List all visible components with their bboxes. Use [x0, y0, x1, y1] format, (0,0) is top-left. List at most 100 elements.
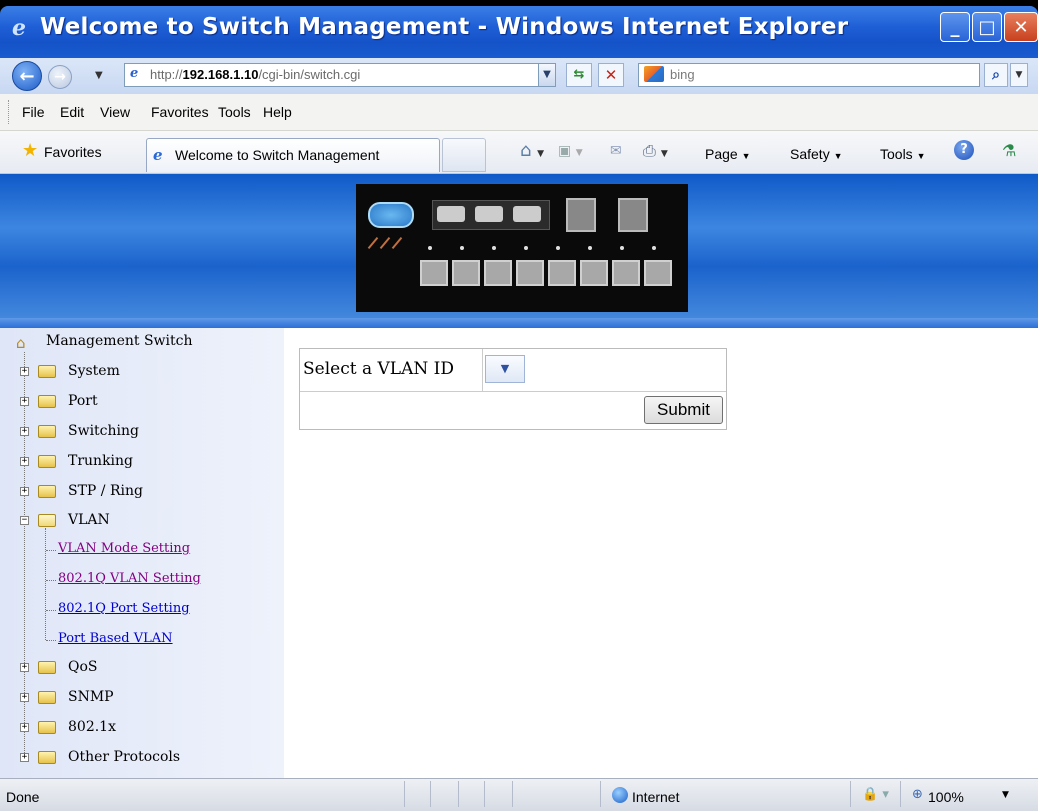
fiber-port [475, 206, 503, 222]
recent-pages-dropdown[interactable]: ▼ [95, 70, 103, 81]
ethernet-port-icon [516, 260, 544, 286]
menu-help[interactable]: Help [263, 104, 292, 120]
tools-menu[interactable]: Tools ▼ [880, 146, 926, 162]
tree-expand-toggle[interactable]: + [20, 427, 29, 436]
minimize-button[interactable]: _ [940, 12, 970, 42]
forward-arrow-icon[interactable]: → [48, 65, 72, 89]
favorites-button[interactable]: Favorites [44, 144, 102, 160]
status-separator [430, 781, 431, 807]
menu-file[interactable]: File [22, 104, 45, 120]
zoom-level[interactable]: 100% [928, 789, 964, 805]
stop-icon[interactable]: ✕ [598, 63, 624, 87]
tree-expand-toggle[interactable]: + [20, 693, 29, 702]
folder-icon [38, 485, 56, 498]
sidebar-item-other-protocols[interactable]: Other Protocols [68, 749, 180, 765]
sidebar-item-snmp[interactable]: SNMP [68, 689, 114, 705]
tab-title[interactable]: Welcome to Switch Management [175, 147, 379, 163]
chevron-down-icon: ▼ [500, 362, 510, 375]
url-prefix: http:// [150, 67, 183, 82]
feeds-icon[interactable]: ▣ ▼ [558, 143, 583, 159]
table-divider [300, 391, 726, 392]
status-separator [404, 781, 405, 807]
sidebar-item-stp-ring[interactable]: STP / Ring [68, 483, 143, 499]
tools-menu-label: Tools [880, 146, 913, 162]
page-menu-label: Page [705, 146, 738, 162]
tree-line [46, 550, 56, 551]
menu-view[interactable]: View [100, 104, 130, 120]
folder-open-icon [38, 514, 56, 527]
sidebar-item-trunking[interactable]: Trunking [68, 453, 133, 469]
tree-line [46, 580, 56, 581]
fiber-port [437, 206, 465, 222]
ie-logo-icon: e [12, 15, 26, 41]
sidebar-item-qos[interactable]: QoS [68, 659, 98, 675]
zoom-dropdown-arrow[interactable]: ▼ [1002, 790, 1009, 800]
favorites-star-icon[interactable]: ★ [22, 140, 38, 161]
search-icon[interactable]: ⌕ [984, 63, 1008, 87]
research-icon[interactable]: ⚗ [1002, 141, 1016, 160]
menu-tools[interactable]: Tools [218, 104, 251, 120]
internet-zone-icon [612, 787, 628, 803]
tree-expand-toggle[interactable]: + [20, 397, 29, 406]
tree-line [46, 610, 56, 611]
fiber-port [513, 206, 541, 222]
address-url[interactable]: http://192.168.1.10/cgi-bin/switch.cgi [150, 67, 360, 82]
table-divider [482, 349, 483, 391]
back-arrow-icon[interactable]: ← [12, 61, 42, 91]
tree-root-label[interactable]: Management Switch [46, 333, 192, 349]
tree-expand-toggle[interactable]: + [20, 487, 29, 496]
search-options-button[interactable]: ▼ [1010, 63, 1028, 87]
help-icon[interactable]: ? [954, 140, 974, 160]
sidebar-link-port-based-vlan[interactable]: Port Based VLAN [58, 631, 173, 646]
url-host: 192.168.1.10 [182, 67, 259, 82]
tree-line [45, 528, 46, 640]
status-separator [850, 781, 851, 807]
vlan-id-label: Select a VLAN ID [303, 359, 454, 379]
ethernet-port-icon [580, 260, 608, 286]
tree-expand-toggle[interactable]: + [20, 753, 29, 762]
led-indicator [428, 246, 432, 250]
led-indicator [524, 246, 528, 250]
safety-menu[interactable]: Safety ▼ [790, 146, 843, 162]
console-port-icon [368, 202, 414, 228]
submit-button[interactable]: Submit [644, 396, 723, 424]
maximize-button[interactable]: □ [972, 12, 1002, 42]
tree-expand-toggle[interactable]: + [20, 723, 29, 732]
folder-icon [38, 365, 56, 378]
zoom-icon[interactable]: ⊕ [912, 787, 923, 802]
menu-grip [8, 100, 12, 124]
new-tab-button[interactable] [442, 138, 486, 172]
sidebar-link-802-1q-vlan-setting[interactable]: 802.1Q VLAN Setting [58, 571, 201, 586]
tree-collapse-toggle[interactable]: − [20, 516, 29, 525]
security-zone[interactable]: Internet [632, 789, 679, 805]
home-icon[interactable]: ⌂ ▼ [520, 140, 544, 161]
folder-icon [38, 751, 56, 764]
vlan-id-select[interactable]: ▼ [485, 355, 525, 383]
window-title: Welcome to Switch Management - Windows I… [40, 14, 849, 40]
address-dropdown-button[interactable]: ▼ [538, 63, 556, 87]
status-separator [900, 781, 901, 807]
protected-mode-icon[interactable]: 🔒 ▾ [862, 787, 889, 802]
page-menu[interactable]: Page ▼ [705, 146, 751, 162]
sidebar-item-vlan[interactable]: VLAN [68, 512, 110, 528]
close-button[interactable]: ✕ [1004, 12, 1038, 42]
sidebar-item-system[interactable]: System [68, 363, 120, 379]
tree-expand-toggle[interactable]: + [20, 367, 29, 376]
ethernet-port-icon [452, 260, 480, 286]
banner-stripe [0, 318, 1038, 328]
tree-expand-toggle[interactable]: + [20, 663, 29, 672]
print-icon[interactable]: ⎙ ▼ [643, 141, 668, 161]
sidebar-item-switching[interactable]: Switching [68, 423, 139, 439]
menu-favorites[interactable]: Favorites [151, 104, 209, 120]
sidebar-item-port[interactable]: Port [68, 393, 98, 409]
refresh-icon[interactable]: ⇆ [566, 63, 592, 87]
status-text: Done [6, 789, 40, 805]
folder-icon [38, 721, 56, 734]
sidebar-item-802-1x[interactable]: 802.1x [68, 719, 116, 735]
sidebar-link-vlan-mode-setting[interactable]: VLAN Mode Setting [58, 541, 190, 556]
mail-icon[interactable]: ✉ [610, 143, 622, 159]
status-separator [600, 781, 601, 807]
tree-expand-toggle[interactable]: + [20, 457, 29, 466]
sidebar-link-802-1q-port-setting[interactable]: 802.1Q Port Setting [58, 601, 190, 616]
menu-edit[interactable]: Edit [60, 104, 84, 120]
